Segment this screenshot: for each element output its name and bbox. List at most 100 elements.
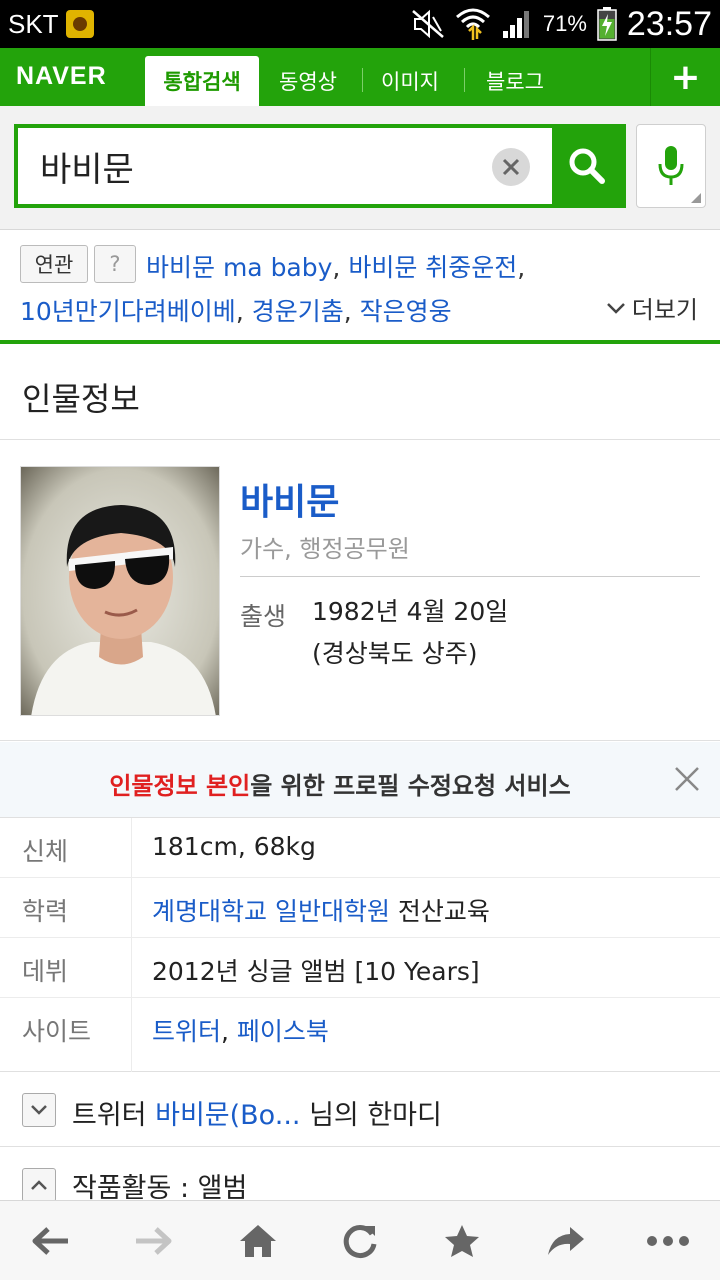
banner-text: 인물정보 본인을 위한 프로필 수정요청 서비스 <box>0 766 680 801</box>
more-label: 더보기 <box>631 296 698 324</box>
related-link[interactable]: 경운기춤 <box>252 297 344 326</box>
profile-divider <box>240 576 700 577</box>
profile-edit-banner[interactable]: 인물정보 본인을 위한 프로필 수정요청 서비스 <box>0 742 720 818</box>
browser-toolbar <box>0 1200 720 1280</box>
info-table: 신체 181cm, 68kg 학력 계명대학교 일반대학원 전산교육 데뷔 20… <box>0 818 720 1072</box>
back-button[interactable] <box>28 1219 72 1263</box>
body-label: 신체 <box>22 837 69 866</box>
person-name[interactable]: 바비문 <box>240 473 339 525</box>
info-row-debut: 데뷔 2012년 싱글 앨범 [10 Years] <box>0 938 720 998</box>
expand-button[interactable] <box>22 1093 56 1127</box>
more-dots-icon <box>647 1236 689 1246</box>
tab-divider <box>464 68 465 92</box>
info-row-sites: 사이트 트위터, 페이스북 <box>0 998 720 1058</box>
twitter-link[interactable]: 트위터 <box>152 1017 221 1046</box>
body-value: 181cm, 68kg <box>152 832 316 861</box>
search-area <box>0 106 720 230</box>
debut-label: 데뷔 <box>22 957 69 986</box>
clock: 23:57 <box>626 4 712 43</box>
carrier-name: SKT <box>8 9 59 39</box>
tab-images[interactable]: 이미지 <box>381 56 439 106</box>
refresh-button[interactable] <box>338 1219 382 1263</box>
app-notification-icon <box>66 10 94 38</box>
site-separator: , <box>221 1017 237 1046</box>
mute-icon <box>412 9 444 39</box>
debut-value: 2012년 싱글 앨범 [10 Years] <box>152 957 480 986</box>
facebook-link[interactable]: 페이스북 <box>237 1017 329 1046</box>
works-row[interactable]: 작품활동 : 앨범 <box>0 1148 720 1204</box>
chevron-down-icon <box>31 1105 47 1115</box>
close-icon[interactable] <box>672 764 702 794</box>
bookmark-button[interactable] <box>440 1219 484 1263</box>
tab-blog[interactable]: 블로그 <box>486 56 544 106</box>
related-link[interactable]: 10년만기다려베이베 <box>20 297 236 326</box>
section-header: 인물정보 <box>0 344 720 440</box>
status-bar: SKT 71% 23:57 <box>0 0 720 48</box>
status-right: 71% 23:57 <box>411 4 712 44</box>
person-photo-image <box>21 467 219 715</box>
chevron-up-icon <box>31 1180 47 1190</box>
search-input[interactable] <box>18 128 552 204</box>
collapse-button[interactable] <box>22 1168 56 1202</box>
add-tab-button[interactable]: + <box>650 48 720 106</box>
related-searches: 연관 ? 바비문 ma baby, 바비문 취중운전, 10년만기다려베이베, … <box>0 230 720 344</box>
education-link[interactable]: 계명대학교 일반대학원 <box>152 897 390 926</box>
education-label: 학력 <box>22 897 69 926</box>
share-button[interactable] <box>544 1219 588 1263</box>
birth-date: 1982년 4월 20일 <box>312 597 509 626</box>
home-icon <box>240 1225 276 1257</box>
back-arrow-icon <box>32 1227 68 1255</box>
wifi-icon <box>455 8 490 40</box>
more-options-button[interactable] <box>646 1219 690 1263</box>
banner-highlight: 인물정보 본인 <box>109 772 251 800</box>
twitter-comment-text: 트위터 바비문(Bo... 님의 한마디 <box>72 1093 442 1132</box>
twitter-comment-row[interactable]: 트위터 바비문(Bo... 님의 한마디 <box>0 1073 720 1147</box>
naver-tab-bar: NAVER 통합검색 동영상 이미지 블로그 + <box>0 48 720 106</box>
site-value: 트위터, 페이스북 <box>152 1012 329 1048</box>
related-separator: , <box>343 297 360 326</box>
tab-video[interactable]: 동영상 <box>279 56 337 106</box>
related-link[interactable]: 바비문 취중운전 <box>348 253 517 282</box>
search-icon <box>569 148 605 184</box>
related-separator: , <box>517 253 526 282</box>
related-line-2: 10년만기다려베이베, 경운기춤, 작은영웅 <box>20 292 452 328</box>
related-link[interactable]: 바비문 ma baby <box>146 253 332 282</box>
info-row-education: 학력 계명대학교 일반대학원 전산교육 <box>0 878 720 938</box>
related-badge: 연관 <box>20 245 88 283</box>
screen: SKT 71% 23:57 NAVER 통합검색 동영상 이미지 블로그 + 바… <box>0 0 720 1280</box>
close-icon <box>502 158 520 176</box>
profile-card: 바비문 가수, 행정공무원 출생 1982년 4월 20일 (경상북도 상주) <box>0 441 720 741</box>
clear-search-button[interactable] <box>492 148 530 186</box>
related-separator: , <box>235 297 252 326</box>
birth-value: 1982년 4월 20일 (경상북도 상주) <box>312 591 508 675</box>
info-row-body: 신체 181cm, 68kg <box>0 818 720 878</box>
help-button[interactable]: ? <box>94 245 136 283</box>
share-icon <box>548 1227 584 1255</box>
site-label: 사이트 <box>22 1017 92 1046</box>
related-link[interactable]: 작은영웅 <box>360 297 452 326</box>
related-separator: , <box>332 253 349 282</box>
battery-charging-icon <box>597 7 617 41</box>
section-title: 인물정보 <box>22 380 140 418</box>
twitter-user-link[interactable]: 바비문(Bo... <box>155 1100 300 1131</box>
star-icon <box>445 1225 479 1257</box>
naver-logo[interactable]: NAVER <box>16 62 107 91</box>
tab-divider <box>362 68 363 92</box>
search-button[interactable] <box>552 128 622 204</box>
banner-rest: 을 위한 프로필 수정요청 서비스 <box>250 772 571 800</box>
search-box <box>14 124 626 208</box>
person-occupation: 가수, 행정공무원 <box>240 535 410 563</box>
education-detail: 전산교육 <box>389 897 490 926</box>
tab-integrated-search[interactable]: 통합검색 <box>145 56 259 106</box>
forward-button[interactable] <box>132 1219 176 1263</box>
related-line-1: 바비문 ma baby, 바비문 취중운전, <box>146 248 525 284</box>
profile-photo[interactable] <box>20 466 220 716</box>
chevron-down-icon <box>606 302 625 314</box>
twitter-prefix: 트위터 <box>72 1100 156 1131</box>
signal-icon <box>502 11 529 38</box>
birth-label: 출생 <box>240 602 287 631</box>
refresh-icon <box>343 1225 377 1259</box>
more-button[interactable]: 더보기 <box>606 290 698 325</box>
home-button[interactable] <box>236 1219 280 1263</box>
voice-search-button[interactable] <box>636 124 706 208</box>
